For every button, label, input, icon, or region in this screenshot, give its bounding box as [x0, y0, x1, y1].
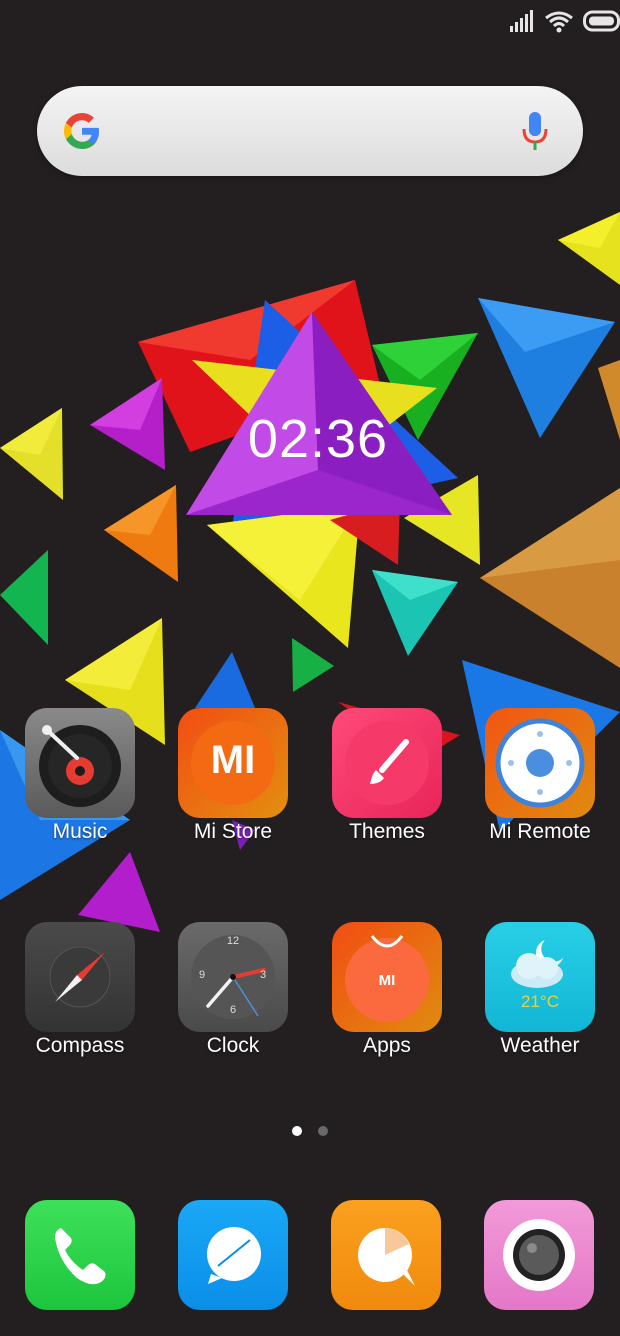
google-search-bar[interactable]: [37, 86, 583, 176]
app-label: Clock: [206, 1034, 260, 1057]
app-label: Weather: [500, 1034, 580, 1057]
mi-store-icon[interactable]: MI: [178, 708, 288, 818]
camera-icon[interactable]: [484, 1200, 594, 1310]
microphone-icon[interactable]: [521, 110, 549, 152]
page-dot[interactable]: [318, 1126, 328, 1136]
status-bar: [0, 10, 620, 40]
compass-icon[interactable]: [25, 922, 135, 1032]
app-weather[interactable]: 21°C Weather: [465, 922, 615, 1082]
weather-icon[interactable]: 21°C: [485, 922, 595, 1032]
apps-store-icon[interactable]: MI: [332, 922, 442, 1032]
dial-6: 6: [229, 1004, 237, 1016]
apps-logo-text: MI: [378, 972, 396, 989]
page-dot-active[interactable]: [292, 1126, 302, 1136]
clock-icon[interactable]: 12 3 6 9: [178, 922, 288, 1032]
weather-temperature: 21°C: [521, 992, 559, 1011]
app-label: Apps: [363, 1034, 411, 1057]
battery-icon: [583, 10, 620, 32]
dial-9: 9: [198, 969, 206, 981]
app-label: Compass: [35, 1034, 125, 1057]
browser-icon[interactable]: [331, 1200, 441, 1310]
google-logo-icon: [64, 113, 99, 149]
app-themes[interactable]: Themes: [312, 708, 462, 868]
page-indicator[interactable]: [290, 1126, 330, 1138]
app-mi-remote[interactable]: Mi Remote: [465, 708, 615, 868]
app-clock[interactable]: 12 3 6 9 Clock: [158, 922, 308, 1082]
app-label: Music: [52, 820, 108, 843]
mi-logo-text: MI: [210, 738, 256, 782]
messaging-icon[interactable]: [178, 1200, 288, 1310]
app-label: Themes: [349, 820, 425, 843]
app-label: Mi Store: [193, 820, 273, 843]
app-apps[interactable]: MI Apps: [312, 922, 462, 1082]
cellular-signal-icon: [510, 10, 533, 32]
app-music[interactable]: Music: [5, 708, 155, 868]
clock-widget-time[interactable]: 02:36: [200, 408, 436, 470]
mi-remote-icon[interactable]: [485, 708, 595, 818]
music-icon[interactable]: [25, 708, 135, 818]
wifi-icon: [545, 11, 573, 33]
phone-icon[interactable]: [25, 1200, 135, 1310]
app-mi-store[interactable]: MI Mi Store: [158, 708, 308, 868]
themes-brush-icon[interactable]: [332, 708, 442, 818]
dial-12: 12: [226, 935, 240, 947]
app-label: Mi Remote: [489, 820, 591, 843]
dial-3: 3: [259, 969, 267, 981]
app-compass[interactable]: Compass: [5, 922, 155, 1082]
